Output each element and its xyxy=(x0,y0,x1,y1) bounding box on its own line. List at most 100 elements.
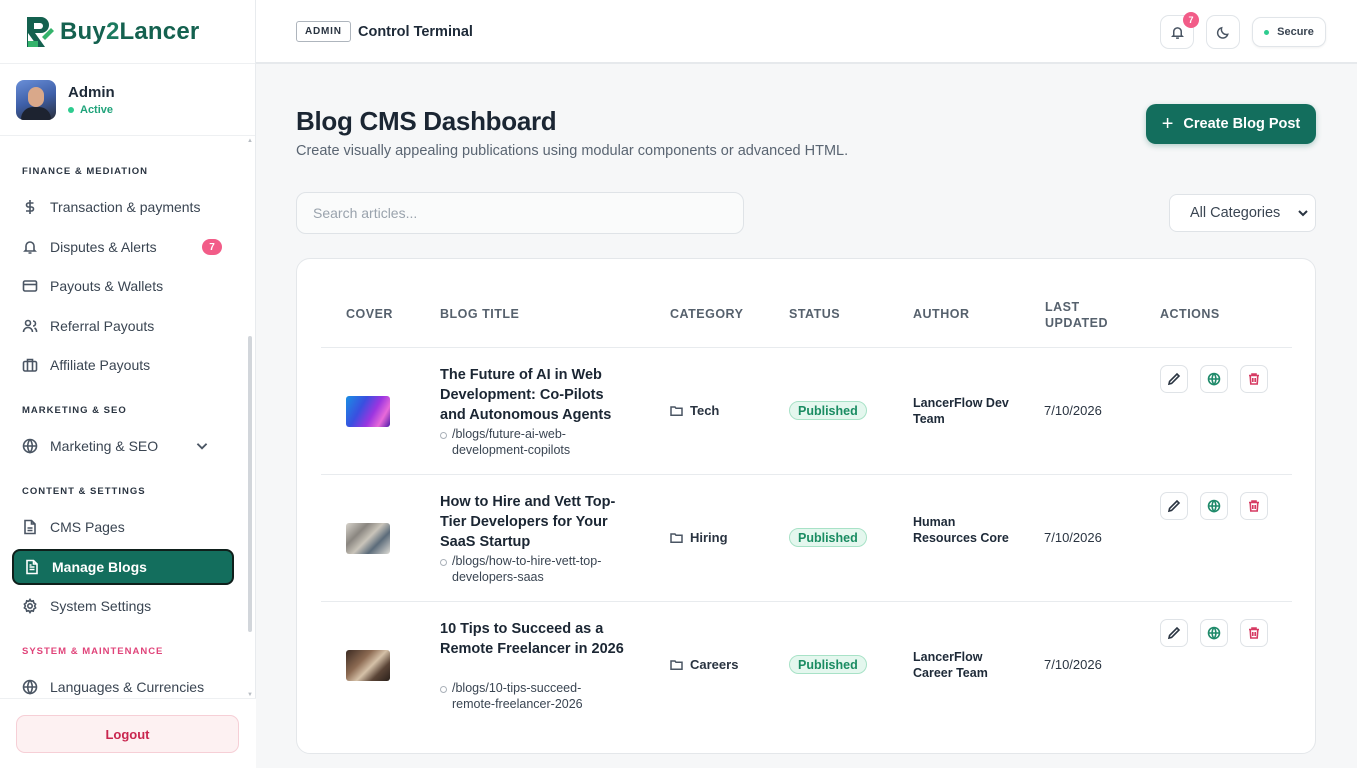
pencil-icon xyxy=(1167,372,1181,386)
blog-category: Tech xyxy=(670,403,719,418)
table-row: The Future of AI in Web Development: Co-… xyxy=(321,347,1292,474)
sidebar-item-payouts[interactable]: Payouts & Wallets xyxy=(12,268,234,304)
sidebar-item-languages-currencies[interactable]: Languages & Currencies xyxy=(12,669,234,698)
theme-toggle-button[interactable] xyxy=(1206,15,1240,49)
plus-icon: + xyxy=(1161,113,1174,135)
blog-title[interactable]: 10 Tips to Succeed as a Remote Freelance… xyxy=(440,619,625,659)
view-live-button[interactable] xyxy=(1200,619,1228,647)
status-badge: Published xyxy=(789,528,867,547)
edit-button[interactable] xyxy=(1160,619,1188,647)
sidebar-item-referral-payouts[interactable]: Referral Payouts xyxy=(12,308,234,344)
scroll-up-icon[interactable]: ▲ xyxy=(247,138,253,144)
disputes-count-badge: 7 xyxy=(202,239,222,255)
topbar: ADMIN Control Terminal 7 Secure xyxy=(256,0,1357,64)
category-filter-select[interactable]: All Categories xyxy=(1169,194,1316,232)
cover-image xyxy=(346,396,390,427)
notifications-button[interactable]: 7 xyxy=(1160,12,1199,49)
notifications-badge: 7 xyxy=(1183,12,1199,28)
header-category: CATEGORY xyxy=(670,307,744,321)
brand-logo-icon xyxy=(24,15,56,49)
gear-icon xyxy=(23,598,37,614)
delete-button[interactable] xyxy=(1240,365,1268,393)
status-badge: Published xyxy=(789,655,867,674)
admin-tag: ADMIN xyxy=(296,21,351,42)
edit-button[interactable] xyxy=(1160,365,1188,393)
header-actions: ACTIONS xyxy=(1160,307,1220,321)
logout-button[interactable]: Logout xyxy=(16,715,239,753)
cover-image xyxy=(346,523,390,554)
avatar xyxy=(16,79,56,120)
delete-button[interactable] xyxy=(1240,619,1268,647)
blog-author: Human Resources Core xyxy=(913,515,1009,545)
sidebar-scrollbar[interactable]: ▲ ▼ xyxy=(247,138,253,698)
top-title: Control Terminal xyxy=(358,24,473,40)
sidebar-item-cms-pages[interactable]: CMS Pages xyxy=(12,509,234,545)
globe-icon xyxy=(1207,626,1221,640)
globe-icon xyxy=(22,679,38,695)
blog-category: Careers xyxy=(670,657,738,672)
sidebar-item-disputes[interactable]: Disputes & Alerts 7 xyxy=(12,229,234,265)
folder-icon xyxy=(670,533,683,544)
trash-icon xyxy=(1249,627,1259,639)
file-icon xyxy=(24,519,36,535)
blog-author: LancerFlow Dev Team xyxy=(913,396,1009,426)
header-cover: COVER xyxy=(346,307,393,321)
sidebar-item-marketing-seo[interactable]: Marketing & SEO xyxy=(12,428,234,464)
status-badge: Published xyxy=(789,401,867,420)
dollar-icon xyxy=(25,200,35,214)
blog-category: Hiring xyxy=(670,530,728,545)
delete-button[interactable] xyxy=(1240,492,1268,520)
blog-slug: /blogs/future-ai-web-development-copilot… xyxy=(440,426,615,458)
profile-card[interactable]: Admin Active xyxy=(0,64,255,136)
moon-icon xyxy=(1216,26,1229,39)
blog-title[interactable]: How to Hire and Vett Top-Tier Developers… xyxy=(440,492,625,552)
header-blog-title: BLOG TITLE xyxy=(440,307,520,321)
bell-icon xyxy=(1170,26,1184,39)
scrollbar-thumb[interactable] xyxy=(248,336,252,632)
chevron-down-icon xyxy=(196,443,208,450)
sidebar-nav: FINANCE & MEDIATION Transaction & paymen… xyxy=(0,136,256,698)
blog-slug: /blogs/10-tips-succeed-remote-freelancer… xyxy=(440,680,615,712)
briefcase-icon xyxy=(22,358,38,372)
blog-slug: /blogs/how-to-hire-vett-top-developers-s… xyxy=(440,553,615,585)
folder-icon xyxy=(670,406,683,417)
section-title-finance: FINANCE & MEDIATION xyxy=(22,166,148,177)
globe-icon xyxy=(22,438,38,454)
page-subtitle: Create visually appealing publications u… xyxy=(296,143,849,159)
brand[interactable]: Buy2Lancer xyxy=(0,0,255,64)
status-dot-icon xyxy=(68,106,74,113)
sidebar-item-system-settings[interactable]: System Settings xyxy=(12,588,234,624)
search-input[interactable] xyxy=(296,192,744,234)
sidebar: Buy2Lancer Admin Active FINANCE & MEDIAT… xyxy=(0,0,256,768)
globe-icon xyxy=(1207,499,1221,513)
table-header: COVER BLOG TITLE CATEGORY STATUS AUTHOR … xyxy=(297,300,1317,337)
trash-icon xyxy=(1249,373,1259,385)
blog-table: COVER BLOG TITLE CATEGORY STATUS AUTHOR … xyxy=(296,258,1316,754)
pencil-icon xyxy=(1167,626,1181,640)
sidebar-item-manage-blogs[interactable]: Manage Blogs xyxy=(12,549,234,585)
globe-icon xyxy=(1207,372,1221,386)
last-updated: 7/10/2026 xyxy=(1044,657,1102,672)
section-title-content: CONTENT & SETTINGS xyxy=(22,486,146,497)
users-icon xyxy=(22,319,38,333)
edit-button[interactable] xyxy=(1160,492,1188,520)
view-live-button[interactable] xyxy=(1200,365,1228,393)
secure-dot-icon xyxy=(1264,29,1270,35)
profile-name: Admin xyxy=(68,83,115,101)
header-status: STATUS xyxy=(789,307,841,321)
profile-status: Active xyxy=(68,104,115,116)
blog-title[interactable]: The Future of AI in Web Development: Co-… xyxy=(440,365,625,425)
sidebar-item-affiliate-payouts[interactable]: Affiliate Payouts xyxy=(12,347,234,383)
pencil-icon xyxy=(1167,499,1181,513)
trash-icon xyxy=(1249,500,1259,512)
table-row: How to Hire and Vett Top-Tier Developers… xyxy=(321,474,1292,601)
chevron-down-icon xyxy=(1298,210,1308,217)
last-updated: 7/10/2026 xyxy=(1044,403,1102,418)
secure-status-badge: Secure xyxy=(1252,17,1326,47)
sidebar-item-transactions[interactable]: Transaction & payments xyxy=(12,189,234,225)
view-live-button[interactable] xyxy=(1200,492,1228,520)
section-title-system: SYSTEM & MAINTENANCE xyxy=(22,646,164,657)
create-blog-post-button[interactable]: + Create Blog Post xyxy=(1146,104,1316,144)
logout-area: Logout xyxy=(0,698,256,768)
header-author: AUTHOR xyxy=(913,307,970,321)
